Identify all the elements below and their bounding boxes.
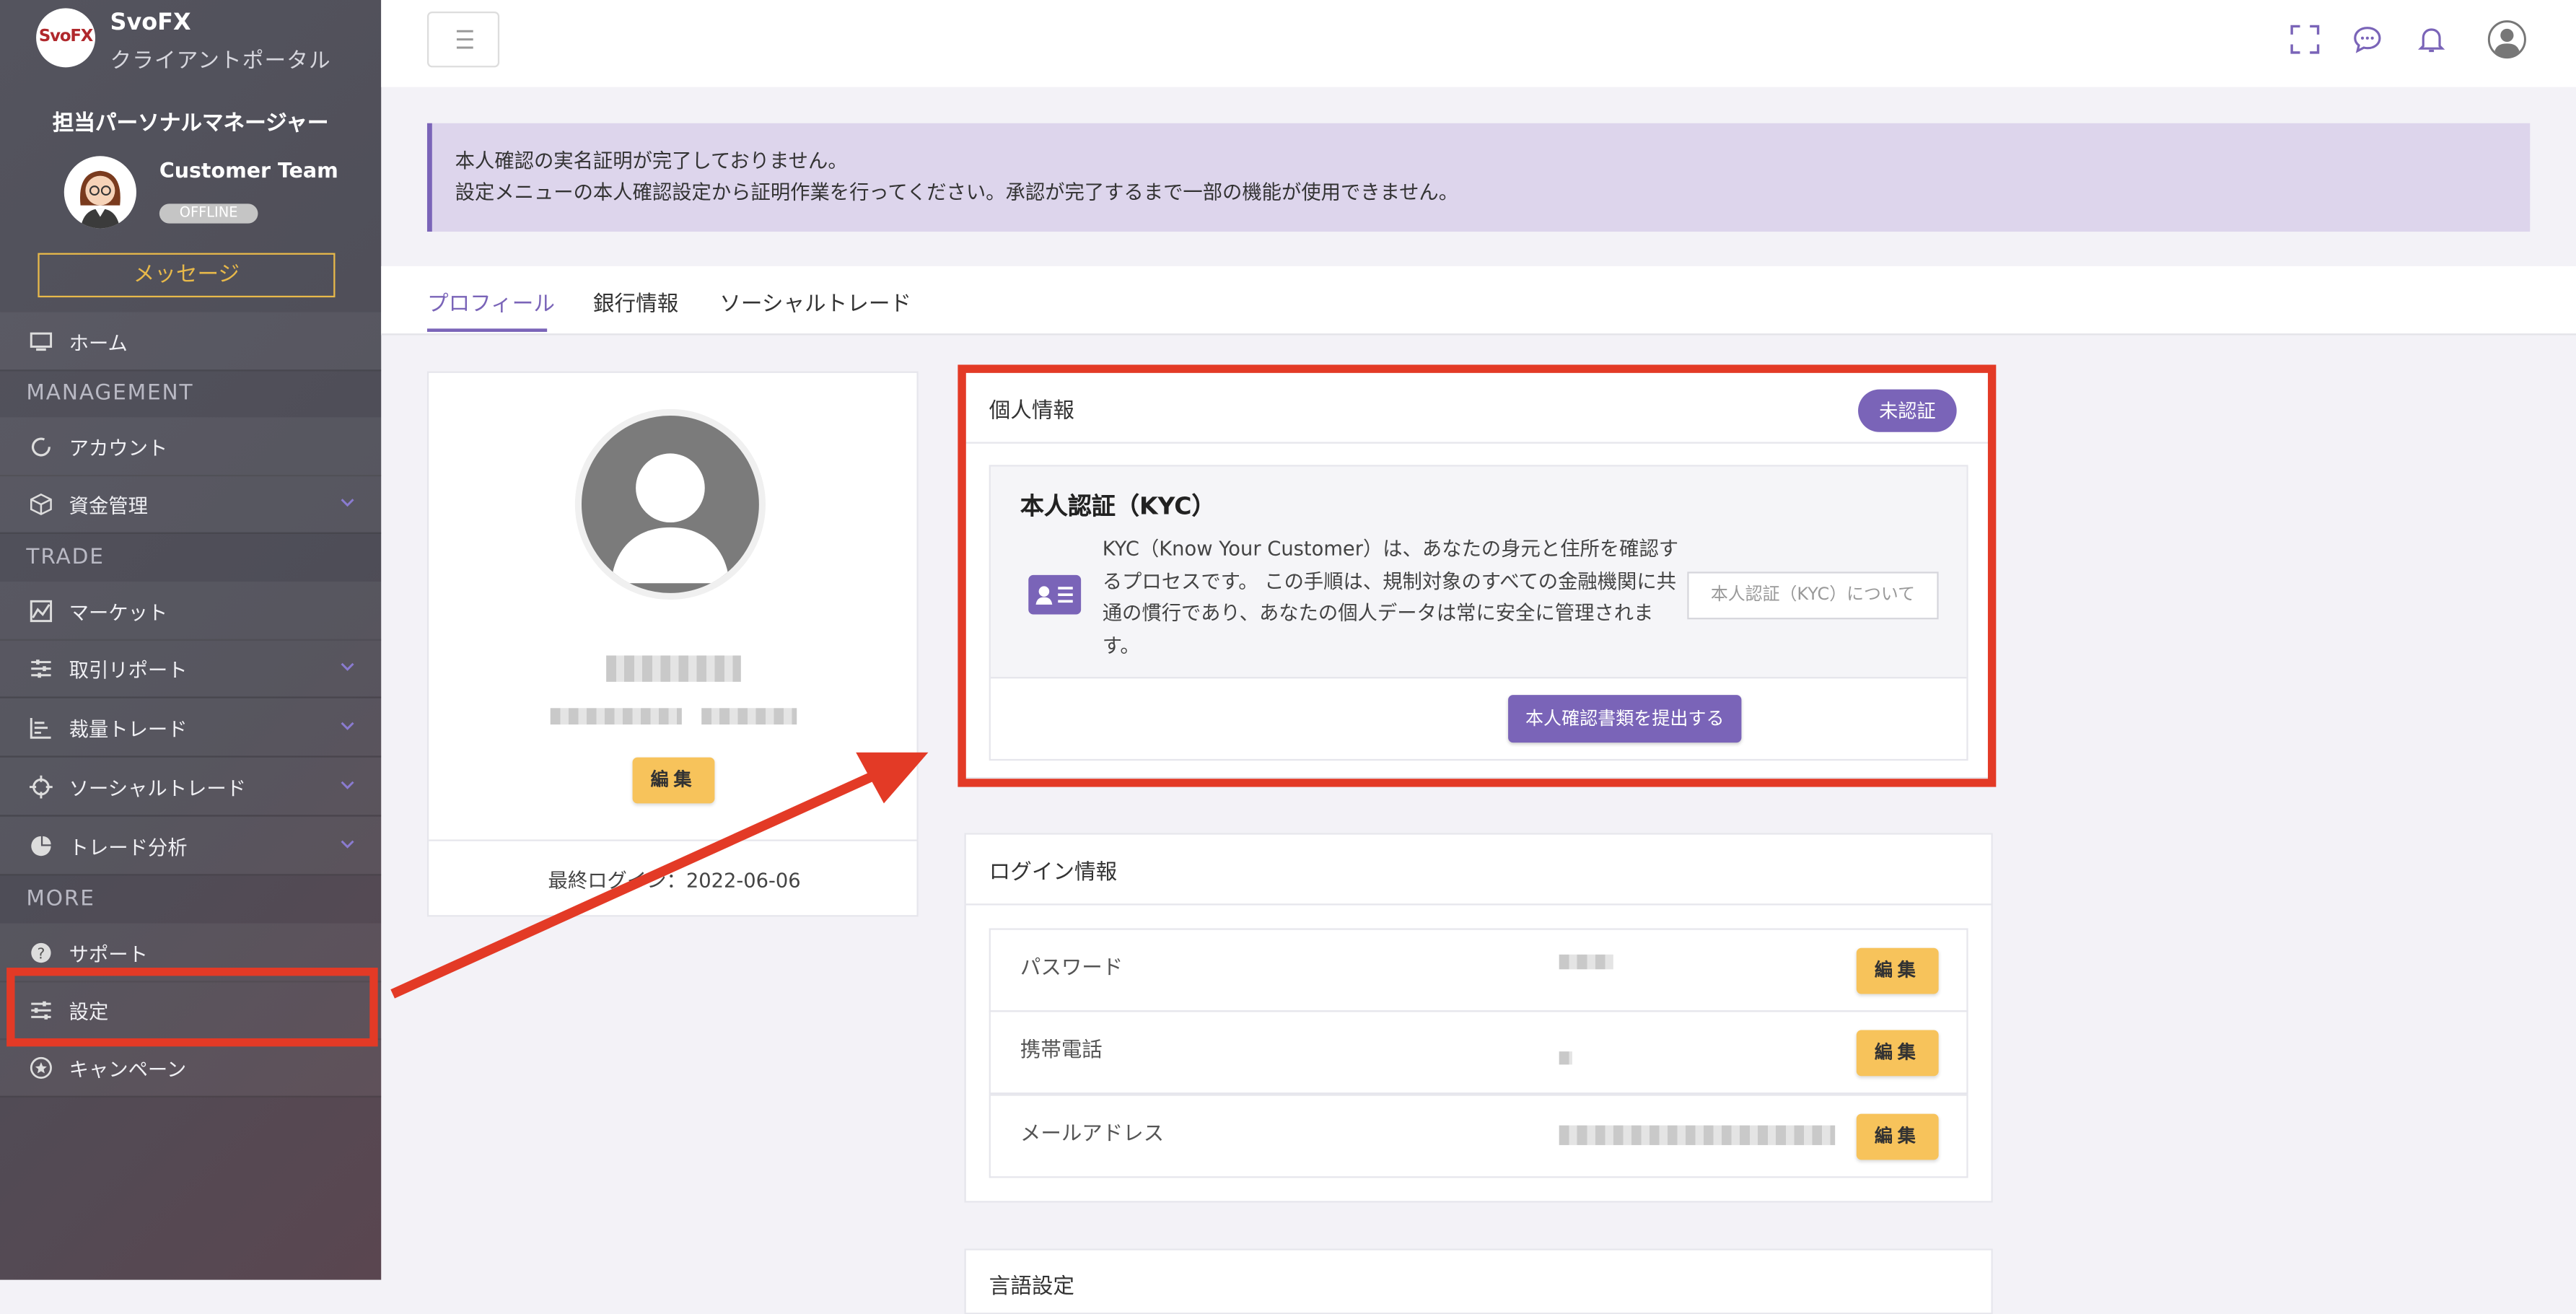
annotation-arrow bbox=[390, 752, 929, 999]
